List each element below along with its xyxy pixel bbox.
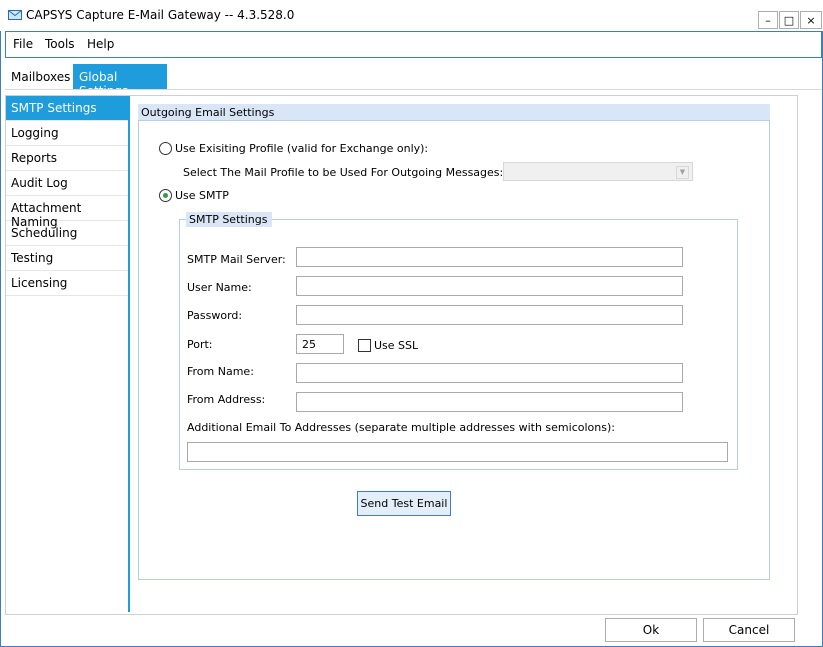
ok-button[interactable]: Ok [605,618,697,642]
maximize-button[interactable]: □ [779,11,799,29]
window-title: CAPSYS Capture E-Mail Gateway -- 4.3.528… [26,8,295,22]
tab-mailboxes[interactable]: Mailboxes [5,65,71,88]
sidebar: SMTP Settings Logging Reports Audit Log … [6,96,128,612]
port-label: Port: [187,338,213,351]
tab-strip-divider [5,89,822,90]
close-icon: × [806,13,816,27]
outgoing-email-header: Outgoing Email Settings [138,104,770,120]
profile-select-label: Select The Mail Profile to be Used For O… [183,166,504,179]
port-input[interactable] [296,334,344,354]
username-input[interactable] [296,276,683,296]
menu-help[interactable]: Help [87,37,114,51]
menu-tools[interactable]: Tools [45,37,75,51]
sidebar-item-scheduling[interactable]: Scheduling [6,221,128,246]
cancel-button[interactable]: Cancel [703,618,795,642]
title-bar: CAPSYS Capture E-Mail Gateway -- 4.3.528… [0,0,823,31]
send-test-email-button[interactable]: Send Test Email [357,491,451,516]
smtp-server-label: SMTP Mail Server: [187,253,286,266]
username-label: User Name: [187,281,252,294]
use-smtp-radio[interactable] [159,189,172,202]
menu-file[interactable]: File [13,37,33,51]
tab-global-settings[interactable]: Global Settings [73,64,167,98]
from-name-label: From Name: [187,365,254,378]
use-ssl-label: Use SSL [374,339,419,352]
minimize-button[interactable]: – [758,11,778,29]
sidebar-item-attachment-naming[interactable]: Attachment Naming [6,196,128,229]
additional-addresses-input[interactable] [187,442,728,462]
from-address-label: From Address: [187,393,266,406]
sidebar-item-audit-log[interactable]: Audit Log [6,171,128,196]
profile-select[interactable]: ▼ [503,162,693,181]
use-profile-radio[interactable] [159,142,172,155]
sidebar-item-licensing[interactable]: Licensing [6,271,128,296]
sidebar-item-smtp-settings[interactable]: SMTP Settings [6,96,128,121]
password-input[interactable] [296,305,683,325]
maximize-icon: □ [783,13,795,27]
use-smtp-label: Use SMTP [175,189,229,202]
app-envelope-icon [8,10,22,20]
from-address-input[interactable] [296,392,683,412]
menu-bar: File Tools Help [5,31,822,58]
additional-addresses-label: Additional Email To Addresses (separate … [187,421,615,434]
sidebar-divider [128,96,130,612]
sidebar-item-testing[interactable]: Testing [6,246,128,271]
smtp-server-input[interactable] [296,247,683,267]
close-button[interactable]: × [800,11,822,29]
minimize-icon: – [765,13,771,27]
use-profile-label: Use Exisiting Profile (valid for Exchang… [175,142,429,155]
sidebar-item-reports[interactable]: Reports [6,146,128,171]
from-name-input[interactable] [296,363,683,383]
password-label: Password: [187,309,243,322]
sidebar-item-logging[interactable]: Logging [6,121,128,146]
smtp-settings-header: SMTP Settings [186,212,273,227]
chevron-down-icon: ▼ [676,166,689,179]
use-ssl-checkbox[interactable] [358,339,371,352]
